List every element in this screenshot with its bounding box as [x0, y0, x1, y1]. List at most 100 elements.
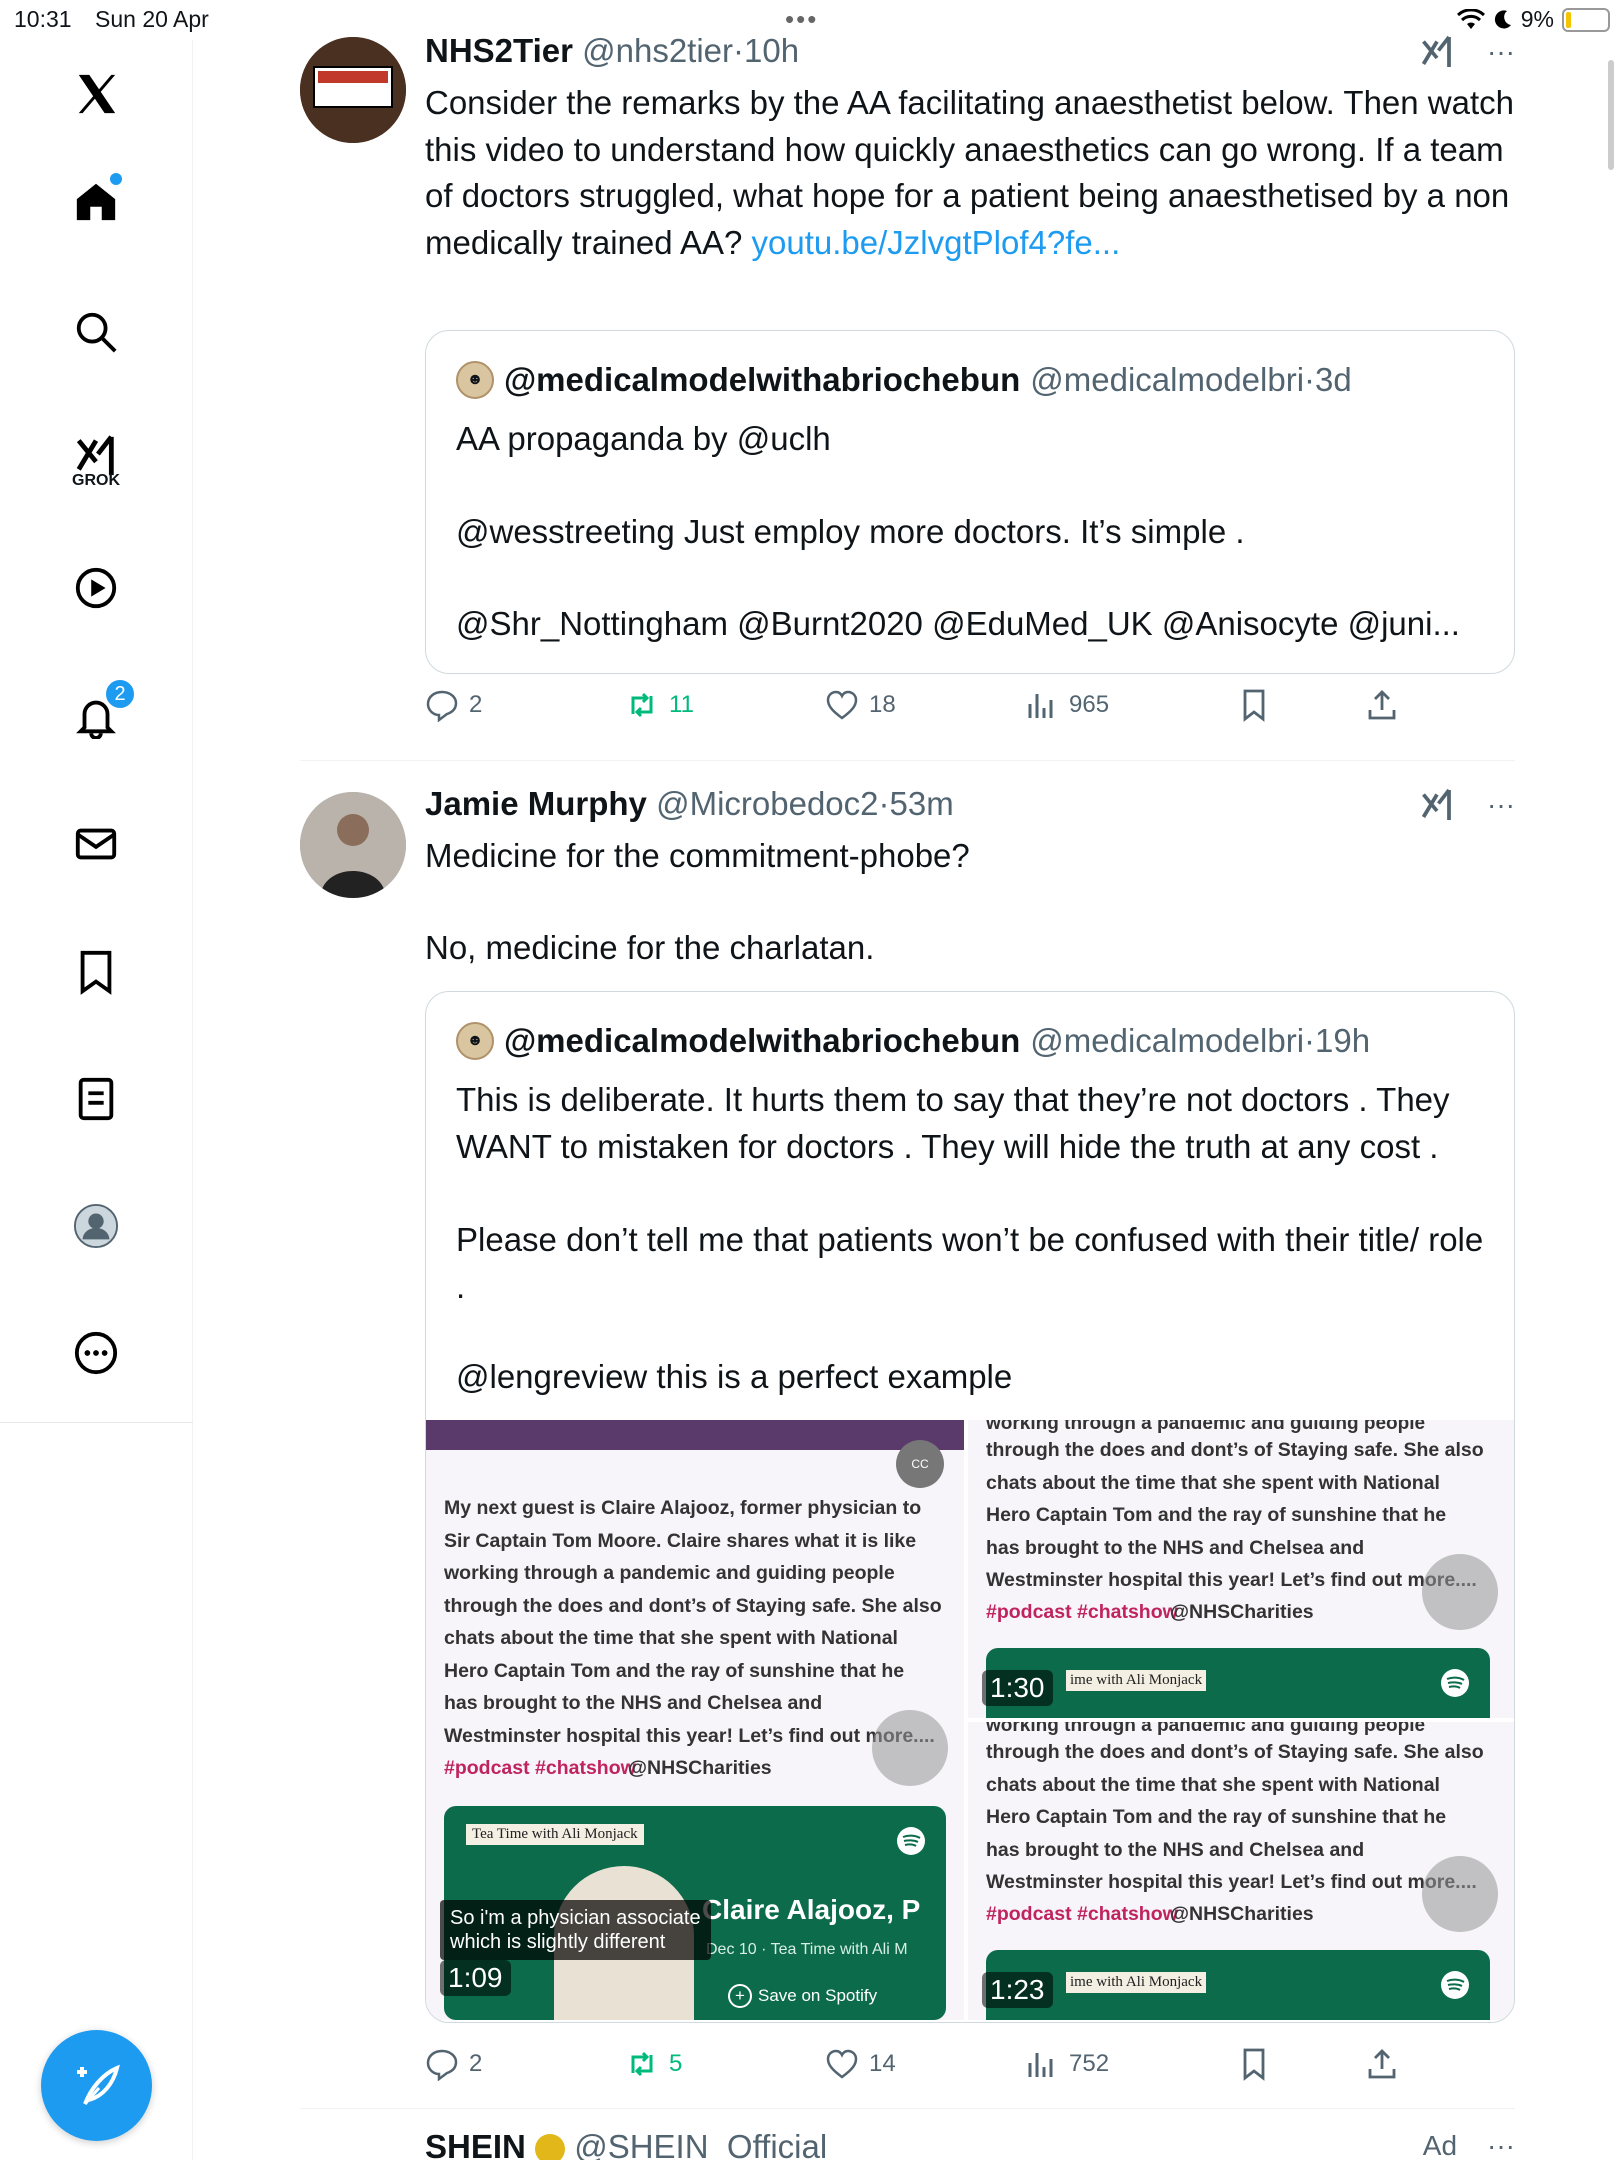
video-mention: @NHSCharities — [1170, 1601, 1314, 1623]
post-time[interactable]: 10h — [744, 32, 799, 69]
author-name[interactable]: SHEIN — [425, 2128, 526, 2160]
post-more-icon[interactable]: ··· — [1487, 789, 1515, 821]
heart-icon — [826, 2049, 858, 2079]
grok-explain-icon[interactable] — [1417, 34, 1457, 70]
spotify-icon — [1441, 1669, 1469, 1697]
views-button[interactable]: 965 — [1025, 688, 1109, 722]
like-count: 14 — [869, 2050, 896, 2077]
author-handle[interactable]: @nhs2tier — [582, 32, 733, 69]
like-button[interactable]: 14 — [825, 2047, 896, 2081]
ad-label: Ad — [1422, 2130, 1458, 2160]
video-hashtags: #podcast #chatshow — [444, 1757, 636, 1779]
author-name[interactable]: Jamie Murphy — [425, 785, 647, 822]
tweet-text-line: Medicine for the commitment-phobe? — [425, 837, 970, 874]
quote-avatar: ☻ — [456, 361, 494, 399]
lists-icon[interactable] — [66, 1069, 126, 1129]
media-video-2[interactable]: working through a pandemic and guiding p… — [968, 1420, 1514, 1718]
author-handle[interactable]: @SHEIN_Official — [574, 2128, 827, 2160]
moon-icon — [1494, 9, 1511, 28]
search-icon[interactable] — [66, 302, 126, 362]
video-duration: 1:30 — [982, 1670, 1053, 1706]
tweet-link[interactable]: youtu.be/JzlvgtPlof4?fe... — [752, 224, 1121, 261]
repost-count: 5 — [669, 2050, 683, 2077]
notifications-bell-icon[interactable]: 2 — [66, 678, 136, 746]
post-time[interactable]: 53m — [890, 785, 954, 822]
quoted-tweet[interactable]: ☻ @medicalmodelwithabriochebun @medicalm… — [425, 330, 1515, 674]
share-button[interactable] — [1365, 2047, 1399, 2081]
compose-button[interactable] — [41, 2030, 152, 2141]
save-on-spotify-label: Save on Spotify — [758, 1986, 878, 2005]
video-icon[interactable] — [66, 558, 126, 618]
battery-percent: 9% — [1520, 6, 1554, 32]
author-avatar[interactable] — [300, 792, 406, 898]
author-avatar[interactable] — [300, 37, 406, 143]
video-description: My next guest is Claire Alajooz, former … — [444, 1497, 942, 1747]
repost-button[interactable]: 11 — [625, 688, 694, 722]
grok-explain-icon[interactable] — [1417, 787, 1457, 823]
author-name[interactable]: NHS2Tier — [425, 32, 573, 69]
spotify-card: ime with Ali Monjack — [986, 1950, 1490, 2020]
video-duration: 1:23 — [982, 1972, 1053, 2008]
status-date: Sun 20 Apr — [95, 6, 209, 32]
spotify-show-title: ime with Ali Monjack — [1066, 1972, 1207, 1993]
cc-icon[interactable]: CC — [896, 1440, 944, 1488]
post-more-icon[interactable]: ··· — [1487, 36, 1515, 68]
video-mention: @NHSCharities — [1170, 1903, 1314, 1925]
quote-line: @wesstreeting Just employ more doctors. … — [456, 513, 1245, 550]
home-icon[interactable] — [66, 171, 126, 231]
verified-badge-icon — [535, 2134, 566, 2160]
bookmark-button[interactable] — [1237, 688, 1271, 722]
reply-button[interactable]: 2 — [425, 688, 482, 722]
quote-time: 19h — [1315, 1022, 1371, 1059]
reply-icon — [426, 2049, 458, 2081]
like-button[interactable]: 18 — [825, 688, 896, 722]
quote-separator: · — [1304, 1022, 1316, 1059]
video-hashtags: #podcast #chatshow — [986, 1601, 1178, 1623]
messages-envelope-icon[interactable] — [66, 814, 126, 874]
repost-icon — [631, 692, 653, 718]
media-video-1[interactable]: CC My next guest is Claire Alajooz, form… — [426, 1420, 964, 2020]
tweet-body: Consider the remarks by the AA facilitat… — [425, 80, 1515, 266]
video-duration: 1:09 — [440, 1960, 511, 1996]
home-unread-dot — [110, 173, 122, 185]
save-on-spotify-button[interactable]: + Save on Spotify — [728, 1984, 877, 2008]
views-count: 965 — [1069, 691, 1110, 718]
battery-icon — [1562, 7, 1610, 32]
author-handle[interactable]: @Microbedoc2 — [656, 785, 878, 822]
grok-icon[interactable]: GROK — [66, 426, 126, 489]
views-button[interactable]: 752 — [1025, 2047, 1109, 2081]
sidebar: GROK 2 — [0, 40, 193, 2160]
bookmarks-icon[interactable] — [66, 942, 126, 1002]
spotify-show-title: ime with Ali Monjack — [1066, 1670, 1207, 1691]
quote-paragraph: Please don’t tell me that patients won’t… — [456, 1221, 1484, 1305]
quoted-tweet[interactable]: ☻ @medicalmodelwithabriochebun @medicalm… — [425, 991, 1515, 2023]
wifi-icon — [1456, 8, 1485, 29]
reply-button[interactable]: 2 — [425, 2047, 482, 2081]
media-video-3[interactable]: working through a pandemic and guiding p… — [968, 1722, 1514, 2020]
spotify-episode-name: Claire Alajooz, P — [702, 1894, 921, 1925]
quote-author-handle: @medicalmodelbri — [1030, 361, 1305, 398]
spotify-episode-date: Dec 10 · Tea Time with Ali M — [706, 1941, 908, 1958]
bookmark-icon — [1243, 689, 1265, 722]
quote-separator: · — [1304, 361, 1316, 398]
video-overlay-circle — [1422, 1856, 1498, 1932]
bookmark-button[interactable] — [1237, 2047, 1271, 2081]
like-count: 18 — [869, 691, 896, 718]
more-options-icon[interactable] — [66, 1323, 126, 1383]
reply-icon — [426, 690, 458, 722]
profile-avatar-icon[interactable] — [66, 1196, 126, 1256]
views-icon — [1028, 2053, 1053, 2077]
scrollbar[interactable] — [1608, 60, 1614, 170]
video-description: through the does and dont’s of Staying s… — [986, 1741, 1484, 1893]
post-more-icon[interactable]: ··· — [1487, 2130, 1515, 2160]
quote-author-name: @medicalmodelwithabriochebun — [504, 361, 1021, 398]
quote-author-handle: @medicalmodelbri — [1030, 1022, 1305, 1059]
repost-button[interactable]: 5 — [625, 2047, 682, 2081]
share-button[interactable] — [1365, 688, 1399, 722]
x-logo-icon[interactable] — [66, 64, 126, 124]
video-mention: @NHSCharities — [628, 1757, 772, 1779]
tweet-actions: 2 5 14 752 — [425, 2047, 1515, 2097]
heart-icon — [826, 690, 858, 720]
multitask-dots[interactable]: ••• — [785, 4, 818, 35]
spotify-show-title: Tea Time with Ali Monjack — [466, 1824, 644, 1845]
